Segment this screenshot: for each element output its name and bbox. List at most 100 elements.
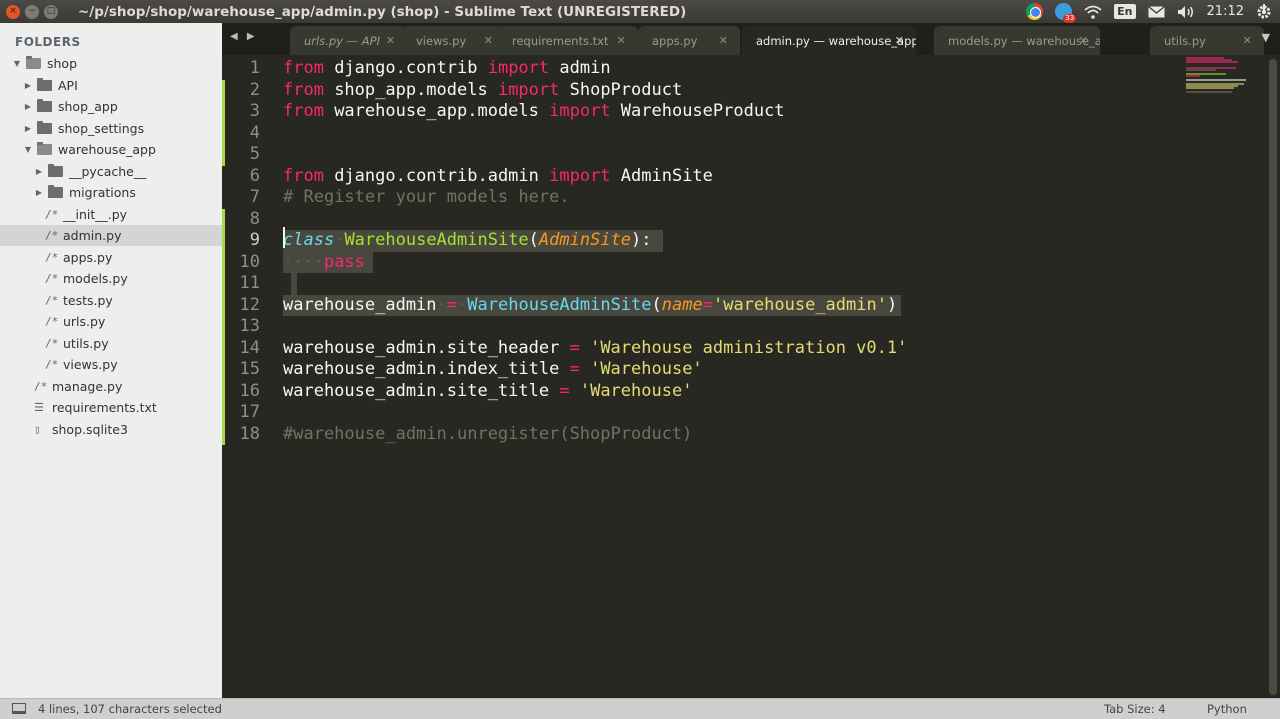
line-number: 8 xyxy=(249,208,260,229)
tab-close-icon[interactable]: ✕ xyxy=(386,34,395,47)
sidebar-item[interactable]: ▯ shop.sqlite3 xyxy=(0,419,222,440)
sidebar-item[interactable]: /* tests.py xyxy=(0,290,222,311)
sidebar-item[interactable]: /* __init__.py xyxy=(0,204,222,225)
sidebar-item-label: requirements.txt xyxy=(52,400,157,415)
code-line: from django.contrib import admin xyxy=(283,58,611,78)
code-line: warehouse_admin·=·WarehouseAdminSite(nam… xyxy=(283,294,898,315)
syntax-selector[interactable]: Python xyxy=(1207,702,1247,716)
code-file-icon: /* xyxy=(45,358,59,371)
sidebar-item[interactable]: ☰ requirements.txt xyxy=(0,397,222,418)
sidebar-item-label: shop.sqlite3 xyxy=(52,421,128,437)
sidebar-item[interactable]: /* admin.py xyxy=(0,225,222,246)
line-number: 11 xyxy=(239,273,260,293)
vertical-scrollbar[interactable] xyxy=(1266,55,1280,698)
line-number: 18 xyxy=(239,423,260,444)
code-file-icon: /* xyxy=(45,207,59,221)
sidebar-item-label: __pycache__ xyxy=(69,163,147,179)
git-change-marker xyxy=(222,208,225,445)
sidebar-item-label: views.py xyxy=(63,357,118,372)
sidebar-item-label: warehouse_app xyxy=(58,142,156,157)
wifi-icon[interactable] xyxy=(1084,5,1102,19)
tab-size-selector[interactable]: Tab Size: 4 xyxy=(1104,702,1166,716)
code-file-icon: /* xyxy=(45,229,59,242)
folders-header: FOLDERS xyxy=(15,35,81,49)
mail-icon[interactable] xyxy=(1147,5,1165,18)
chrome-icon[interactable] xyxy=(1026,3,1044,20)
disclosure-closed-icon[interactable]: ▶ xyxy=(22,102,34,111)
window-close-button[interactable]: × xyxy=(6,4,20,19)
line-number: 12 xyxy=(239,294,260,315)
text-caret xyxy=(283,227,285,248)
telegram-icon[interactable]: 33 xyxy=(1055,3,1077,23)
sidebar-item[interactable]: /* models.py xyxy=(0,268,222,289)
editor-tab[interactable]: requirements.txt ✕ xyxy=(498,26,638,55)
disclosure-closed-icon[interactable]: ▶ xyxy=(33,167,45,176)
minimap[interactable] xyxy=(1184,55,1264,698)
tab-close-icon[interactable]: ✕ xyxy=(617,34,626,47)
sidebar-item-label: shop_app xyxy=(58,99,118,114)
tab-close-icon[interactable]: ✕ xyxy=(1243,34,1252,47)
sidebar-item-label: shop xyxy=(47,56,78,71)
sidebar-item[interactable]: ▶ API xyxy=(0,75,222,96)
code-line: warehouse_admin.index_title = 'Warehouse… xyxy=(283,359,703,379)
sidebar-item[interactable]: ▶ __pycache__ xyxy=(0,161,222,182)
tab-navigation-arrows-icon[interactable]: ◀ ▶ xyxy=(230,31,258,42)
disclosure-open-icon[interactable]: ▼ xyxy=(11,59,23,68)
window-maximize-button[interactable]: □ xyxy=(44,4,58,19)
line-number: 1 xyxy=(249,58,260,78)
tab-close-icon[interactable]: ✕ xyxy=(1079,34,1088,47)
title-bar: × − □ ~/p/shop/shop/warehouse_app/admin.… xyxy=(0,0,1280,23)
tab-label: views.py xyxy=(416,33,467,48)
sidebar-item[interactable]: ▶ migrations xyxy=(0,182,222,203)
panel-toggle-icon[interactable] xyxy=(12,703,26,714)
tab-list-dropdown-icon[interactable]: ▼ xyxy=(1262,31,1270,44)
line-number: 9 xyxy=(249,230,260,250)
sidebar-item[interactable]: ▶ shop_app xyxy=(0,96,222,117)
tab-close-icon[interactable]: ✕ xyxy=(895,34,904,47)
editor-tab[interactable]: apps.py ✕ xyxy=(638,26,740,55)
editor-tab[interactable]: utils.py ✕ xyxy=(1150,26,1264,55)
volume-icon[interactable] xyxy=(1177,5,1195,19)
sidebar-item[interactable]: /* apps.py xyxy=(0,247,222,268)
selection-highlight xyxy=(291,273,297,295)
disclosure-closed-icon[interactable]: ▶ xyxy=(22,81,34,90)
clock[interactable]: 21:12 xyxy=(1207,4,1244,19)
code-line: warehouse_admin.site_title = 'Warehouse' xyxy=(283,380,693,401)
folder-icon xyxy=(48,185,63,198)
sidebar-item[interactable]: ▶ shop_settings xyxy=(0,118,222,139)
editor-tab[interactable]: views.py ✕ xyxy=(402,26,505,55)
sidebar-item[interactable]: ▼ shop xyxy=(0,53,222,74)
selection-status: 4 lines, 107 characters selected xyxy=(38,702,222,716)
code-editor[interactable]: from django.contrib import admin from sho… xyxy=(283,55,1183,698)
code-line: from django.contrib.admin import AdminSi… xyxy=(283,165,713,186)
scroll-thumb[interactable] xyxy=(1269,59,1277,695)
sidebar-item[interactable]: /* urls.py xyxy=(0,311,222,332)
notification-badge: 33 xyxy=(1063,14,1077,23)
sidebar-item[interactable]: /* views.py xyxy=(0,354,222,375)
editor-tab[interactable]: urls.py — API ✕ xyxy=(290,26,407,55)
disclosure-open-icon[interactable]: ▼ xyxy=(22,145,34,154)
disclosure-closed-icon[interactable]: ▶ xyxy=(22,124,34,133)
editor-tab[interactable]: models.py — warehouse_app ✕ xyxy=(934,26,1100,55)
code-file-icon: /* xyxy=(45,272,59,285)
settings-gear-icon[interactable] xyxy=(1256,3,1272,20)
code-line: #warehouse_admin.unregister(ShopProduct) xyxy=(283,423,693,444)
code-line: warehouse_admin.site_header = 'Warehouse… xyxy=(283,337,908,358)
editor-tab[interactable]: admin.py — warehouse_app ✕ xyxy=(742,26,916,55)
line-number: 6 xyxy=(249,165,260,186)
window-minimize-button[interactable]: − xyxy=(25,4,39,19)
sidebar-item[interactable]: /* utils.py xyxy=(0,333,222,354)
tab-close-icon[interactable]: ✕ xyxy=(484,34,493,47)
system-tray: 33 En 21:12 xyxy=(1026,0,1280,23)
sidebar-item[interactable]: ▼ warehouse_app xyxy=(0,139,222,160)
sidebar-item-label: shop_settings xyxy=(58,120,145,136)
disclosure-closed-icon[interactable]: ▶ xyxy=(33,188,45,197)
code-file-icon: /* xyxy=(45,250,59,264)
tab-close-icon[interactable]: ✕ xyxy=(719,34,728,47)
code-file-icon: /* xyxy=(45,336,59,350)
line-number: 17 xyxy=(239,402,260,422)
folder-open-icon xyxy=(37,142,52,155)
keyboard-layout-icon[interactable]: En xyxy=(1114,4,1136,19)
tab-label: models.py — warehouse_app xyxy=(948,33,1100,48)
sidebar-item[interactable]: /* manage.py xyxy=(0,376,222,397)
